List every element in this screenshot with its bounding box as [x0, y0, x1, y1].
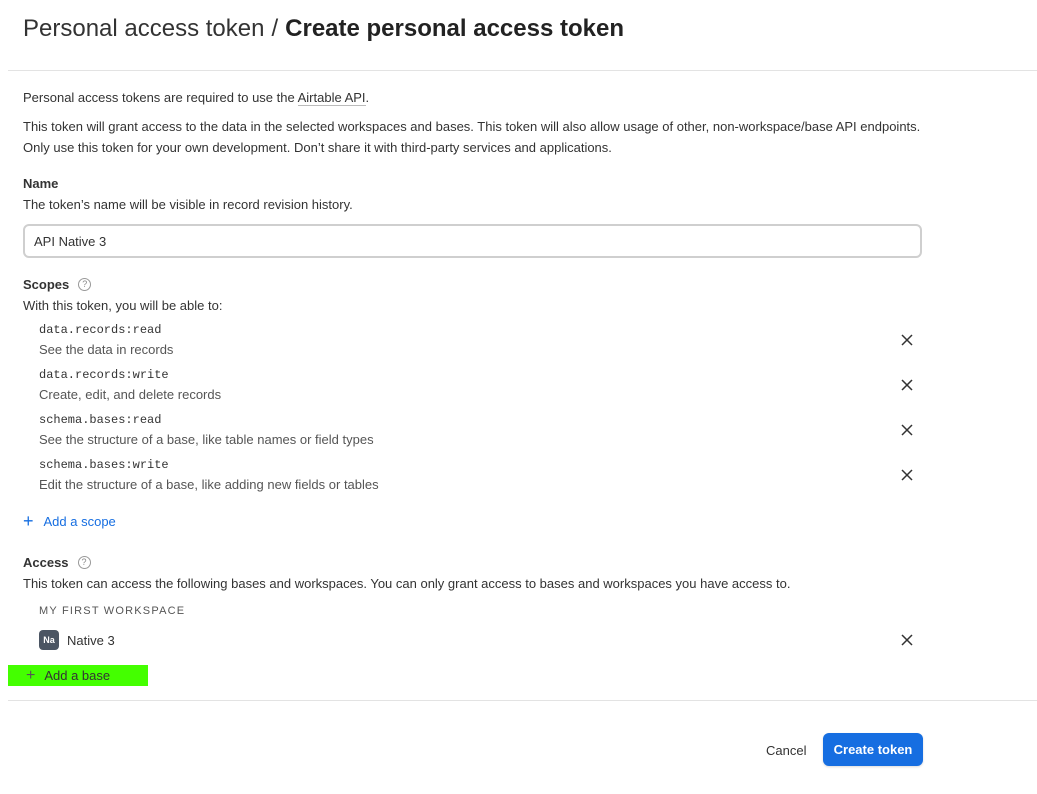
access-label: Access ?	[23, 555, 91, 570]
remove-scope-close-icon[interactable]	[899, 467, 915, 483]
scope-code: schema.bases:read	[39, 413, 162, 427]
scopes-help-text: With this token, you will be able to:	[23, 298, 223, 313]
scope-item: data.records:read See the data in record…	[39, 323, 924, 365]
page-header: Personal access token / Create personal ac…	[23, 15, 624, 43]
scope-description: See the data in records	[39, 342, 174, 357]
airtable-api-link[interactable]: Airtable API	[297, 90, 366, 106]
scope-code: schema.bases:write	[39, 458, 169, 472]
breadcrumb-separator: /	[271, 15, 279, 42]
remove-base-close-icon[interactable]	[899, 632, 915, 648]
intro-period: .	[365, 90, 370, 105]
remove-scope-close-icon[interactable]	[899, 332, 915, 348]
name-label: Name	[23, 176, 58, 191]
intro-line-2: This token will grant access to the data…	[23, 119, 921, 134]
question-circle-icon[interactable]: ?	[78, 278, 92, 291]
scope-item: schema.bases:read See the structure of a…	[39, 413, 924, 455]
scope-description: Create, edit, and delete records	[39, 387, 222, 402]
remove-scope-close-icon[interactable]	[899, 377, 915, 393]
remove-scope-close-icon[interactable]	[899, 422, 915, 438]
intro-text: Personal access tokens are required to u…	[23, 90, 298, 105]
workspace-heading: MY FIRST WORKSPACE	[39, 605, 186, 617]
intro-line-1: Personal access tokens are required to u…	[23, 90, 370, 106]
name-help-text: The token’s name will be visible in reco…	[23, 197, 353, 212]
plus-icon: +	[26, 666, 36, 684]
page-title: Create personal access token	[285, 15, 624, 42]
base-icon: Na	[39, 630, 59, 650]
intro-line-3: Only use this token for your own develop…	[23, 140, 612, 155]
access-label-text: Access	[23, 555, 69, 570]
name-label-text: Name	[23, 176, 59, 191]
add-scope-label: Add a scope	[43, 513, 116, 529]
base-item: Na Native 3	[39, 629, 924, 651]
scope-description: See the structure of a base, like table …	[39, 432, 374, 447]
access-help-text: This token can access the following base…	[23, 576, 791, 591]
scope-code: data.records:read	[39, 323, 162, 337]
scopes-label-text: Scopes	[23, 277, 70, 292]
scopes-label: Scopes ?	[23, 277, 92, 292]
base-name: Native 3	[67, 632, 115, 648]
add-base-button[interactable]: + Add a base	[8, 665, 148, 686]
scope-description: Edit the structure of a base, like addin…	[39, 477, 379, 492]
token-name-input[interactable]	[23, 224, 922, 258]
footer-divider	[8, 700, 1037, 701]
cancel-button[interactable]: Cancel	[756, 737, 816, 763]
scope-code: data.records:write	[39, 368, 169, 382]
question-circle-icon[interactable]: ?	[77, 556, 91, 569]
scope-item: data.records:write Create, edit, and del…	[39, 368, 924, 410]
scope-item: schema.bases:write Edit the structure of…	[39, 458, 924, 500]
create-token-button[interactable]: Create token	[823, 733, 923, 766]
breadcrumb-parent[interactable]: Personal access token	[23, 15, 264, 42]
add-scope-button[interactable]: + Add a scope	[23, 512, 116, 530]
header-divider	[8, 70, 1037, 71]
plus-icon: +	[23, 511, 34, 531]
add-base-label: Add a base	[44, 668, 111, 683]
